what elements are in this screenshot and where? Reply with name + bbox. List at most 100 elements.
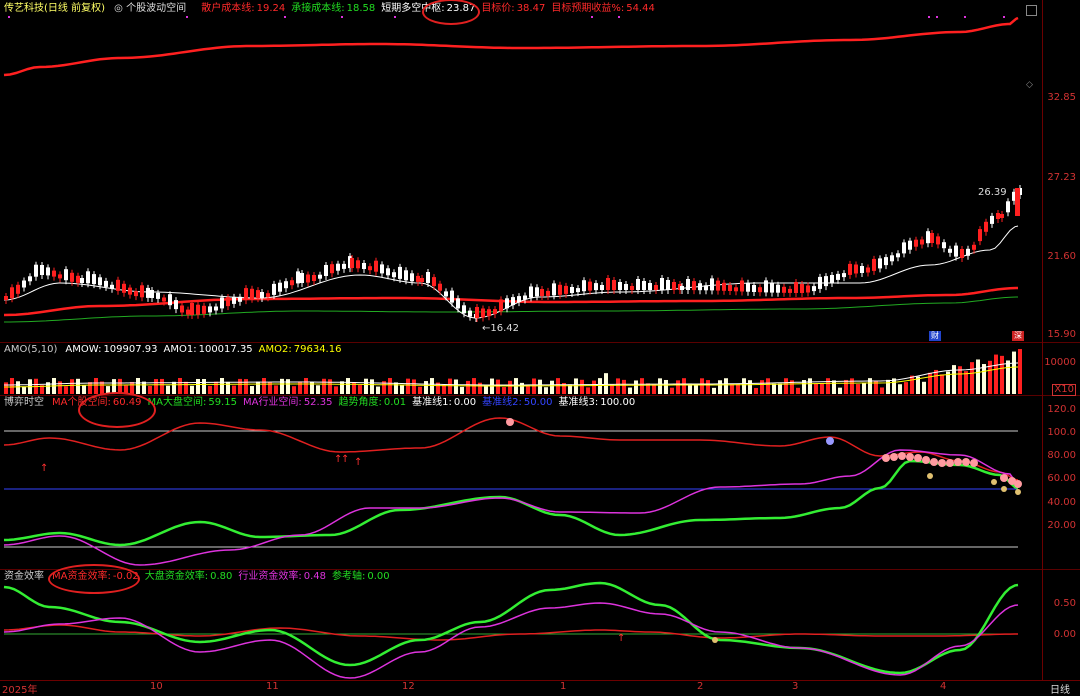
candle-body	[426, 272, 430, 283]
candle-body	[642, 281, 646, 290]
volume-bar	[574, 378, 578, 394]
volume-bar	[304, 378, 308, 394]
volume-bar	[400, 384, 404, 394]
signal-ball-icon	[1000, 474, 1008, 482]
candle-body	[984, 221, 988, 232]
candle-body	[487, 309, 491, 317]
candle-body	[884, 257, 888, 266]
volume-bar	[214, 381, 218, 394]
candle-body	[564, 285, 568, 294]
candle-body	[942, 242, 946, 249]
volume-bar	[448, 378, 452, 394]
candle-body	[432, 277, 436, 287]
candle-body	[116, 279, 120, 291]
volume-bar	[466, 380, 470, 394]
candle-body	[350, 258, 354, 268]
candle-body	[996, 213, 1000, 219]
candle-body	[926, 231, 930, 244]
volume-bar	[964, 371, 968, 394]
volume-bar	[166, 385, 170, 394]
candle-body	[58, 274, 62, 279]
signal-ball-icon	[922, 456, 930, 464]
signal-ball-icon	[898, 452, 906, 460]
candle-body	[830, 275, 834, 283]
volume-bar	[748, 380, 752, 394]
candle-body	[324, 265, 328, 276]
signal-dot	[591, 16, 593, 18]
volume-bar	[718, 380, 722, 394]
candle-body	[914, 239, 918, 247]
volume-bar	[1000, 355, 1004, 394]
signal-dot	[936, 16, 938, 18]
volume-bar	[826, 378, 830, 394]
volume-bar	[334, 386, 338, 394]
candle-body	[594, 283, 598, 291]
volume-bar	[976, 359, 980, 394]
candle-body	[966, 248, 970, 256]
candle-body	[468, 310, 472, 317]
volume-bar	[70, 379, 74, 394]
volume-bar	[820, 383, 824, 394]
candle-body	[410, 273, 414, 282]
coin-icon	[991, 479, 997, 485]
candle-body	[734, 287, 738, 292]
candle-body	[570, 287, 574, 293]
candle-body	[70, 272, 74, 282]
candle-body	[890, 255, 894, 262]
volume-bar	[994, 354, 998, 394]
volume-bar	[370, 379, 374, 394]
candle-body	[256, 290, 260, 299]
candle-body	[517, 296, 521, 303]
candle-body	[788, 288, 792, 293]
volume-bar	[94, 378, 98, 394]
volume-bar	[628, 387, 632, 394]
candle-body	[450, 290, 454, 303]
candle-body	[238, 296, 242, 302]
candle-body	[535, 287, 539, 297]
chart-canvas[interactable]: ↑↑↑ ↑↑	[0, 0, 1080, 692]
signal-dot	[341, 16, 343, 18]
signal-ball-icon	[954, 458, 962, 466]
signal-dot	[618, 16, 620, 18]
candle-body	[746, 282, 750, 292]
volume-bar	[142, 381, 146, 394]
volume-bar	[580, 379, 584, 394]
volume-bar	[22, 386, 26, 394]
candle-body	[232, 296, 236, 304]
signal-dot	[964, 16, 966, 18]
candle-body	[208, 306, 212, 313]
candle-body	[10, 287, 14, 299]
candle-body	[836, 273, 840, 280]
volume-bar	[772, 383, 776, 394]
candle-body	[34, 264, 38, 277]
candle-body	[272, 283, 276, 295]
candle-body	[462, 305, 466, 314]
candle-body	[342, 263, 346, 269]
volume-bar	[898, 384, 902, 394]
candle-body	[52, 270, 56, 277]
candle-body	[404, 270, 408, 281]
volume-bar	[160, 378, 164, 394]
volume-bar	[316, 385, 320, 394]
candle-body	[392, 272, 396, 278]
candle-body	[618, 282, 622, 290]
volume-bar	[766, 378, 770, 394]
volume-bar	[220, 378, 224, 394]
volume-bar	[604, 373, 608, 394]
volume-bar	[544, 387, 548, 394]
candle-body	[505, 298, 509, 309]
volume-bar	[724, 378, 728, 394]
candle-body	[582, 280, 586, 292]
candle-body	[978, 229, 982, 242]
candle-body	[540, 289, 544, 296]
candle-body	[648, 283, 652, 290]
signal-ball-icon	[938, 459, 946, 467]
volume-bar	[328, 379, 332, 394]
candle-body	[306, 274, 310, 283]
volume-bar	[406, 378, 410, 394]
coin-icon	[712, 637, 718, 643]
volume-bar	[364, 378, 368, 394]
volume-bar	[202, 379, 206, 394]
volume-bar	[1018, 349, 1022, 394]
signal-ball-icon	[906, 453, 914, 461]
